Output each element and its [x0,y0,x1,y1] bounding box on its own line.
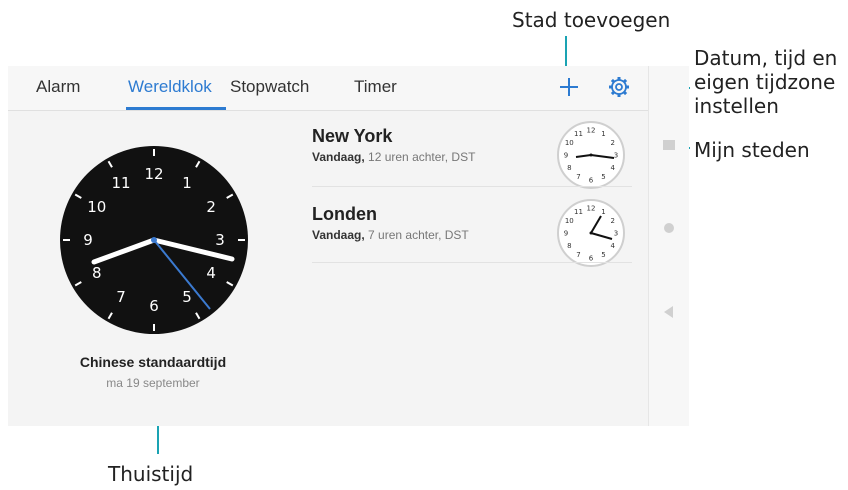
callout-home-time: Thuistijd [108,462,194,486]
settings-button[interactable] [606,74,632,100]
tab-timer[interactable]: Timer [354,77,397,97]
clock-numeral: 4 [610,242,615,250]
clock-numeral: 7 [576,173,580,181]
clock-numeral: 8 [567,242,571,250]
clock-numeral: 9 [83,231,93,249]
clock-numeral: 2 [610,217,614,225]
divider [312,262,632,263]
clock-numeral: 12 [587,205,596,213]
active-tab-indicator [126,107,226,110]
city-analog-clock: 12 1234567891011 [557,199,625,267]
clock-numeral: 10 [565,139,574,147]
callout-settings-line1: Datum, tijd en [694,46,838,70]
clock-numeral: 12 [587,127,596,135]
clock-numeral: 10 [565,217,574,225]
clock-numeral: 1 [182,174,192,192]
clock-numeral: 9 [564,152,568,160]
city-name: Londen [312,204,377,224]
divider [312,186,632,187]
tab-bar: Alarm Wereldklok Stopwatch Timer [8,66,648,111]
tab-alarm[interactable]: Alarm [36,77,80,97]
clock-numeral: 7 [116,288,126,306]
clock-numeral: 3 [614,230,618,238]
clock-numeral: 12 [144,165,163,183]
clock-numeral: 10 [87,198,106,216]
clock-numeral: 8 [567,164,571,172]
triangle-back-icon[interactable] [664,306,673,318]
circle-icon[interactable] [664,223,674,233]
world-clock-screen: Alarm Wereldklok Stopwatch Timer 12 1 2 … [8,66,648,426]
clock-numeral: 11 [111,174,130,192]
home-date-label: ma 19 september [106,376,200,390]
clock-numeral: 1 [601,208,605,216]
home-analog-clock: 12 12 3 45 6 78 9 10 11 [60,146,248,334]
clock-numeral: 3 [614,152,618,160]
city-offset: Vandaag, 12 uren achter, DST [312,150,476,164]
clock-numeral: 5 [601,173,605,181]
system-nav-bar [648,66,689,426]
clock-numeral: 1 [601,130,605,138]
city-analog-clock: 12 1234567891011 [557,121,625,189]
clock-numeral: 3 [215,231,225,249]
tab-stopwatch[interactable]: Stopwatch [230,77,309,97]
callout-my-cities: Mijn steden [694,138,810,162]
city-name: New York [312,126,393,146]
clock-numeral: 4 [206,264,216,282]
clock-numeral: 4 [610,164,615,172]
clock-numeral: 5 [601,251,605,259]
list-item[interactable]: Londen Vandaag, 7 uren achter, DST 12 1 2 3… [312,199,642,278]
clock-numeral: 5 [182,288,192,306]
add-city-button[interactable] [556,74,582,100]
callout-add-city: Stad toevoegen [512,8,671,32]
clock-numeral: 7 [576,251,580,259]
home-timezone-label: Chinese standaardtijd [79,354,227,370]
clock-numeral: 6 [149,297,159,315]
square-icon[interactable] [663,140,675,150]
tab-world-clock[interactable]: Wereldklok [128,77,212,97]
clock-numeral: 9 [564,230,568,238]
list-item[interactable]: New York Vandaag, 12 uren achter, DST 12… [312,121,642,200]
plus-icon [560,78,578,96]
clock-numeral: 8 [92,264,102,282]
clock-numeral: 2 [610,139,614,147]
gear-icon [609,77,629,97]
clock-numeral: 11 [574,130,583,138]
callout-settings-line2: eigen tijdzone [694,70,836,94]
callout-settings-line3: instellen [694,94,779,118]
city-offset: Vandaag, 7 uren achter, DST [312,228,469,242]
clock-numeral: 6 [589,177,594,185]
clock-numeral: 2 [206,198,216,216]
clock-numeral: 11 [574,208,583,216]
